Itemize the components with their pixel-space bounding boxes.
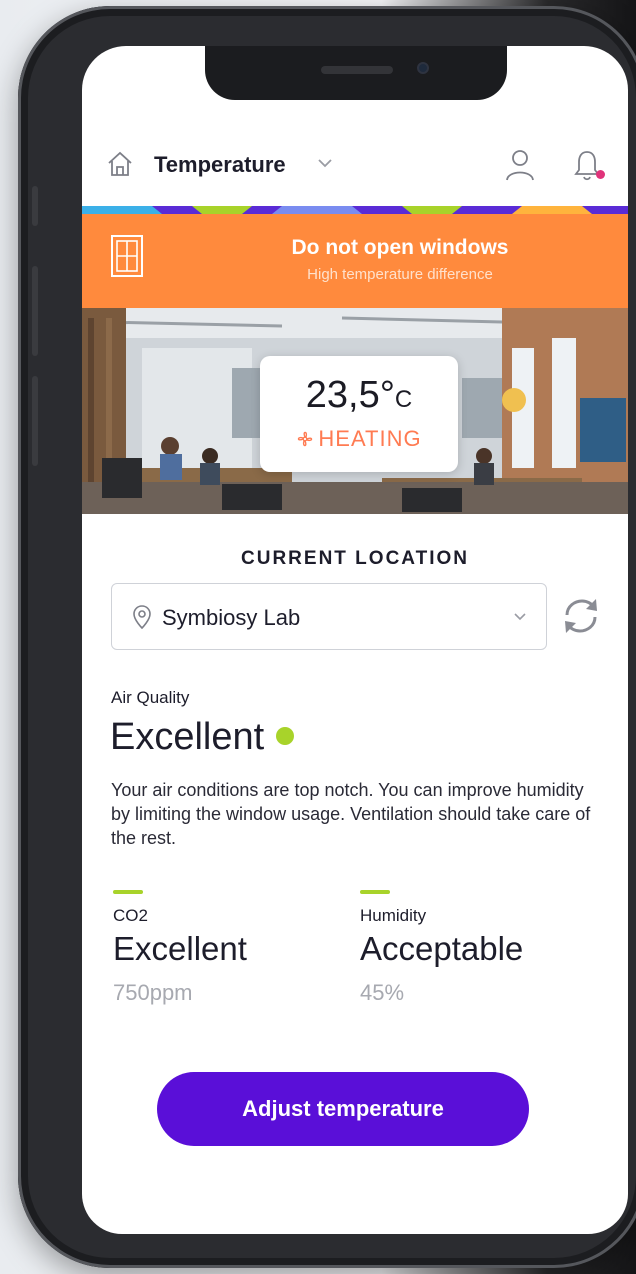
chevron-down-icon[interactable] bbox=[316, 154, 334, 172]
location-value: Symbiosy Lab bbox=[162, 605, 301, 630]
location-pin-icon bbox=[133, 605, 151, 630]
fan-icon bbox=[298, 431, 313, 447]
user-icon[interactable] bbox=[504, 148, 536, 182]
front-camera bbox=[417, 62, 429, 74]
temperature-unit: C bbox=[394, 386, 413, 413]
warning-banner: Do not open windows High temperature dif… bbox=[82, 214, 628, 308]
temperature-reading: 23,5°C bbox=[260, 374, 458, 417]
current-location-label: CURRENT LOCATION bbox=[241, 548, 469, 569]
air-quality-label: Air Quality bbox=[111, 688, 190, 707]
temperature-value: 23,5° bbox=[305, 374, 395, 416]
app-screen: Temperature Do not open windows High tem… bbox=[82, 46, 628, 1234]
chevron-down-icon bbox=[514, 613, 526, 621]
metric-value: Acceptable bbox=[360, 930, 524, 967]
mute-switch bbox=[32, 186, 38, 226]
humidity-metric: Humidity Acceptable 45% bbox=[360, 890, 580, 1006]
notch bbox=[205, 46, 507, 100]
heating-status: HEATING bbox=[260, 426, 458, 452]
location-select[interactable]: Symbiosy Lab bbox=[111, 583, 547, 650]
banner-title: Do not open windows bbox=[291, 236, 509, 259]
heating-label: HEATING bbox=[318, 426, 422, 451]
co2-metric: CO2 Excellent 750ppm bbox=[113, 890, 333, 1006]
metric-reading: 750ppm bbox=[113, 980, 193, 1005]
color-stripe bbox=[82, 206, 628, 214]
refresh-icon[interactable] bbox=[560, 595, 602, 637]
status-indicator-dot bbox=[276, 727, 295, 745]
metric-label: CO2 bbox=[113, 906, 148, 925]
air-quality-value: Excellent bbox=[110, 716, 295, 759]
speaker bbox=[321, 66, 393, 74]
air-quality-description: Your air conditions are top notch. You c… bbox=[111, 780, 591, 848]
top-header: Temperature bbox=[82, 140, 628, 188]
metric-reading: 45% bbox=[360, 980, 405, 1005]
metric-indicator-bar bbox=[360, 890, 390, 894]
metric-indicator-bar bbox=[113, 890, 143, 894]
volume-down-button bbox=[32, 376, 38, 466]
office-photo: 23,5°C HEATING bbox=[82, 308, 628, 514]
banner-subtitle: High temperature difference bbox=[307, 266, 493, 283]
volume-up-button bbox=[32, 266, 38, 356]
notification-badge bbox=[596, 170, 605, 179]
temperature-card: 23,5°C HEATING bbox=[260, 356, 458, 472]
air-quality-status: Excellent bbox=[110, 716, 265, 758]
metric-value: Excellent bbox=[113, 930, 247, 967]
metric-label: Humidity bbox=[360, 906, 427, 925]
page-title[interactable]: Temperature bbox=[154, 152, 286, 178]
home-icon[interactable] bbox=[106, 150, 134, 178]
adjust-temperature-button[interactable]: Adjust temperature bbox=[157, 1072, 529, 1146]
